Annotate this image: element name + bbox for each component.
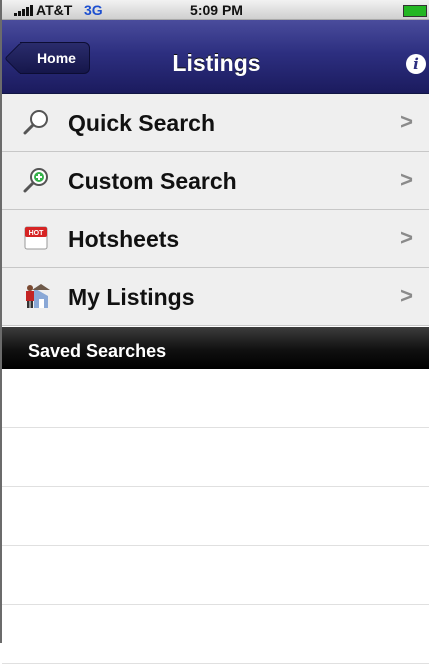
chevron-right-icon: > <box>400 109 413 134</box>
svg-text:HOT: HOT <box>29 230 45 237</box>
navigation-bar: Home Listings i <box>2 20 429 94</box>
agent-house-icon <box>26 284 50 308</box>
info-icon[interactable]: i <box>406 54 426 74</box>
menu-item-label: Custom Search <box>68 168 237 194</box>
saved-searches-header: Saved Searches <box>2 327 429 369</box>
magnifier-plus-icon <box>23 168 48 193</box>
menu-item-label: My Listings <box>68 284 195 310</box>
menu-item-quick-search[interactable]: Quick Search > <box>2 94 429 152</box>
menu-item-hotsheets[interactable]: HOT Hotsheets > <box>2 210 429 268</box>
status-time: 5:09 PM <box>190 2 243 18</box>
menu-item-label: Quick Search <box>68 110 216 136</box>
magnifier-icon <box>23 110 48 135</box>
menu-item-custom-search[interactable]: Custom Search > <box>2 152 429 210</box>
status-bar: AT&T 3G 5:09 PM <box>2 0 429 20</box>
chevron-right-icon: > <box>400 167 413 192</box>
menu-item-my-listings[interactable]: My Listings > <box>2 268 429 326</box>
list-item[interactable] <box>2 546 429 605</box>
page-title: Listings <box>172 50 261 76</box>
list-item[interactable] <box>2 369 429 428</box>
app-frame: AT&T 3G 5:09 PM Home Listings i Quick Se… <box>0 0 429 664</box>
saved-searches-list <box>2 369 429 664</box>
battery-icon <box>403 5 427 17</box>
hot-calendar-icon: HOT <box>24 226 48 250</box>
chevron-right-icon: > <box>400 225 413 250</box>
list-item[interactable] <box>2 605 429 664</box>
menu-item-label: Hotsheets <box>68 226 180 252</box>
listings-menu: Quick Search > Custom Search > HOT Hotsh… <box>2 94 429 326</box>
chevron-right-icon: > <box>400 283 413 308</box>
list-item[interactable] <box>2 428 429 487</box>
list-item[interactable] <box>2 487 429 546</box>
